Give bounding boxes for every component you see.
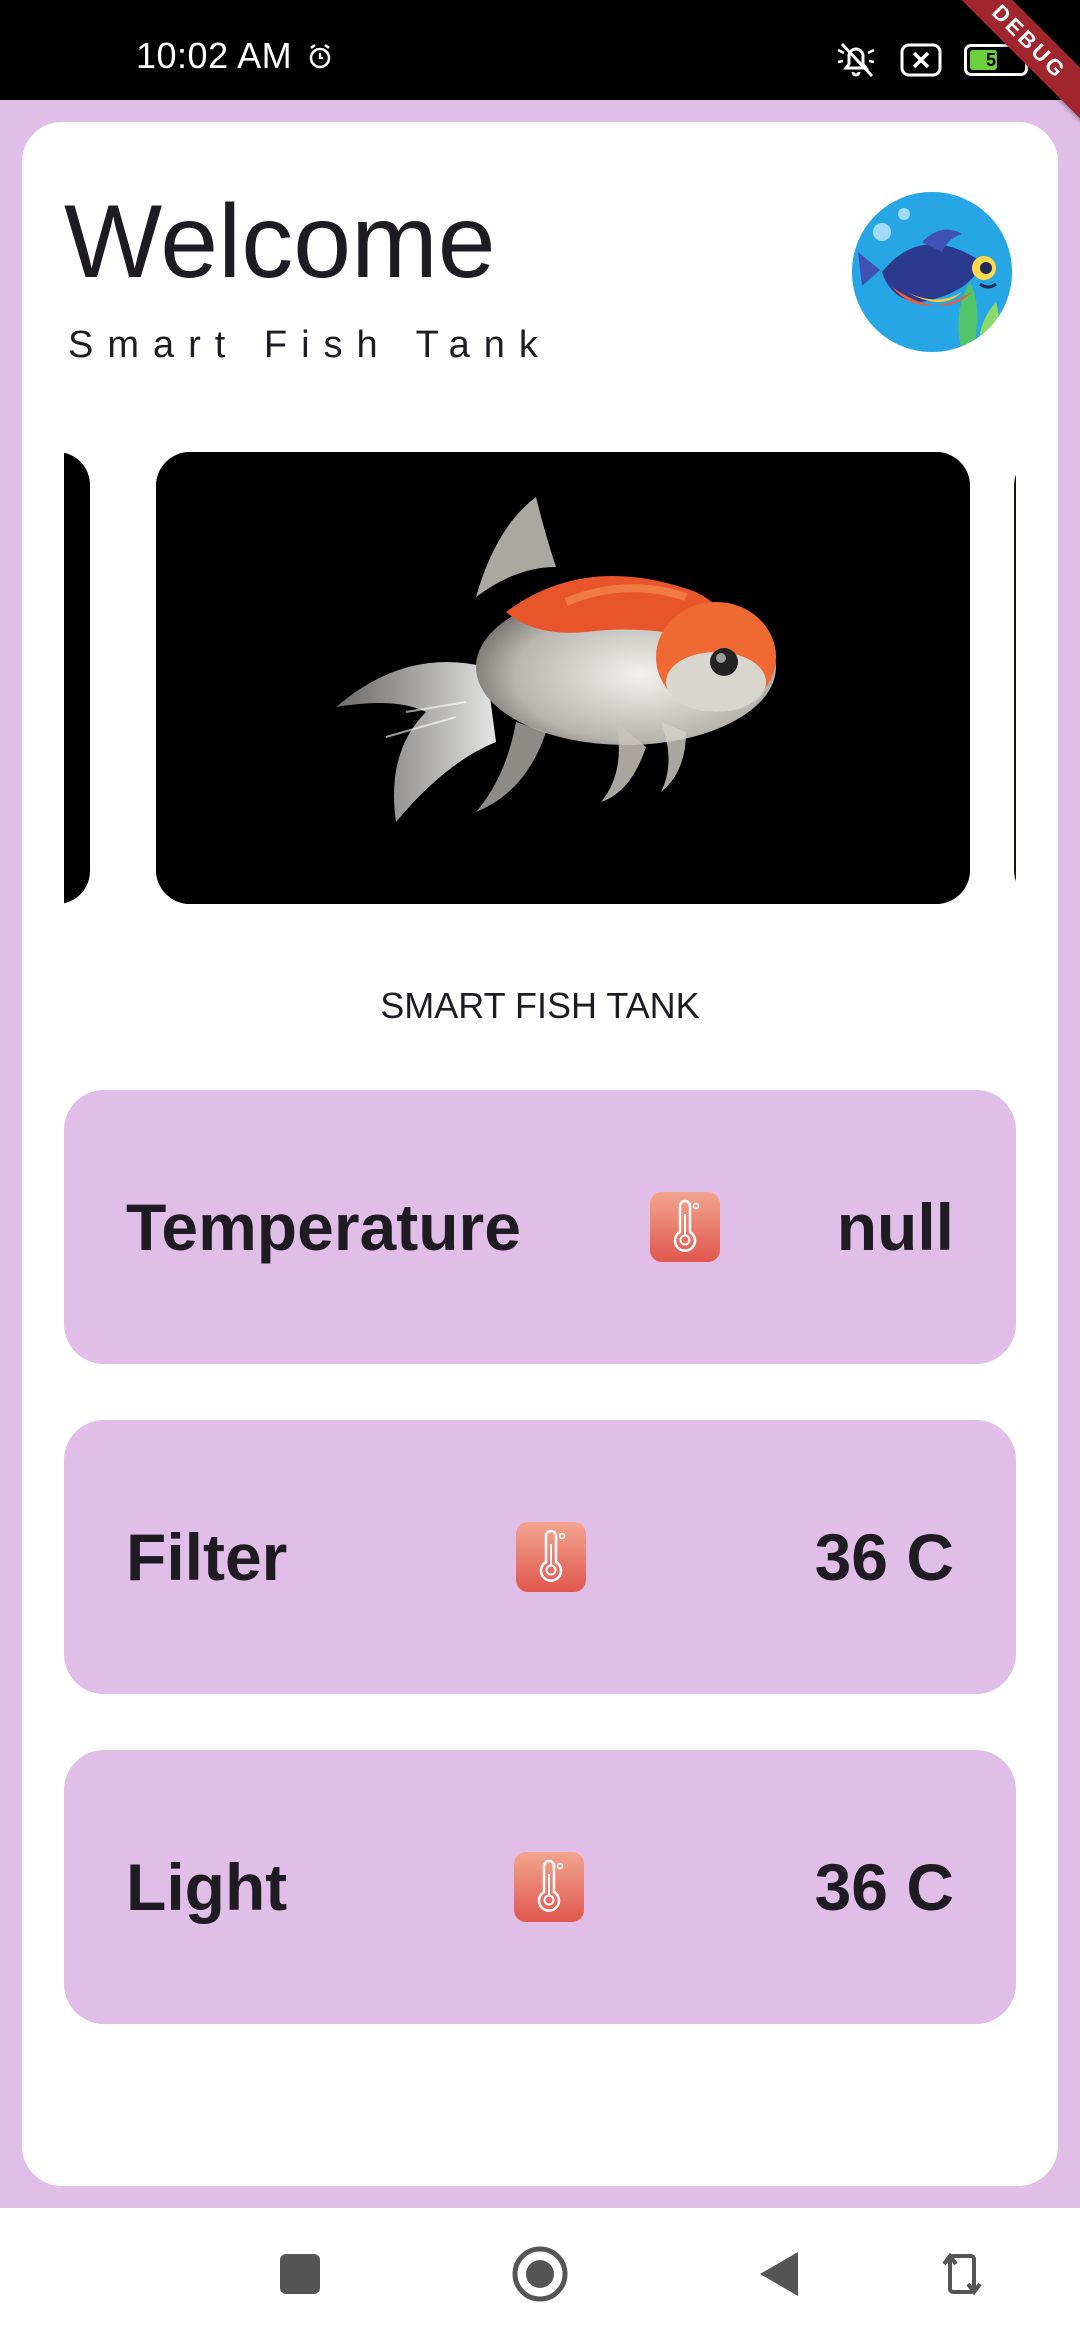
thermometer-icon bbox=[516, 1522, 586, 1592]
sensor-value: 36 C bbox=[814, 1520, 954, 1594]
back-triangle-icon bbox=[760, 2252, 798, 2296]
sensor-card-temperature[interactable]: Temperature null bbox=[64, 1090, 1016, 1364]
thermometer-icon bbox=[650, 1192, 720, 1262]
sensor-value: 36 C bbox=[814, 1850, 954, 1924]
sensor-card-filter[interactable]: Filter 36 C bbox=[64, 1420, 1016, 1694]
home-circle-icon bbox=[512, 2246, 568, 2302]
sensor-card-light[interactable]: Light 36 C bbox=[64, 1750, 1016, 2024]
sensor-label: Light bbox=[126, 1850, 288, 1924]
alarm-icon bbox=[309, 44, 331, 69]
status-bar: 10:02 AM 57 bbox=[0, 0, 1080, 100]
carousel-caption: SMART FISH TANK bbox=[380, 985, 700, 1026]
recents-button[interactable] bbox=[258, 2232, 342, 2316]
status-time: 10:02 AM bbox=[136, 35, 293, 76]
sensor-value: null bbox=[836, 1190, 954, 1264]
carousel-slide-next[interactable] bbox=[1014, 452, 1016, 904]
sensor-label: Filter bbox=[126, 1520, 288, 1594]
fish-avatar-icon bbox=[852, 192, 1012, 352]
thermometer-icon bbox=[514, 1852, 584, 1922]
carousel-slide-goldfish[interactable] bbox=[156, 452, 970, 904]
recents-square-icon bbox=[280, 2254, 320, 2294]
rotate-button[interactable] bbox=[920, 2232, 1004, 2316]
status-icons: 57 bbox=[834, 40, 1033, 80]
rotate-icon bbox=[942, 2252, 982, 2296]
page-subtitle: Smart Fish Tank bbox=[68, 324, 552, 366]
back-button[interactable] bbox=[738, 2232, 822, 2316]
navigation-bar bbox=[0, 2208, 1080, 2340]
mute-bell-icon bbox=[837, 42, 875, 78]
avatar[interactable] bbox=[852, 192, 1012, 352]
sim-error-icon bbox=[900, 43, 942, 77]
home-button[interactable] bbox=[498, 2232, 582, 2316]
goldfish-image bbox=[156, 452, 970, 904]
page-title: Welcome bbox=[64, 184, 496, 300]
carousel-slide-previous[interactable] bbox=[64, 452, 90, 904]
sensor-label: Temperature bbox=[126, 1190, 521, 1264]
main-card: Welcome Smart Fish Tank SMART FISH TANK … bbox=[22, 122, 1058, 2186]
image-carousel[interactable] bbox=[64, 452, 1016, 904]
